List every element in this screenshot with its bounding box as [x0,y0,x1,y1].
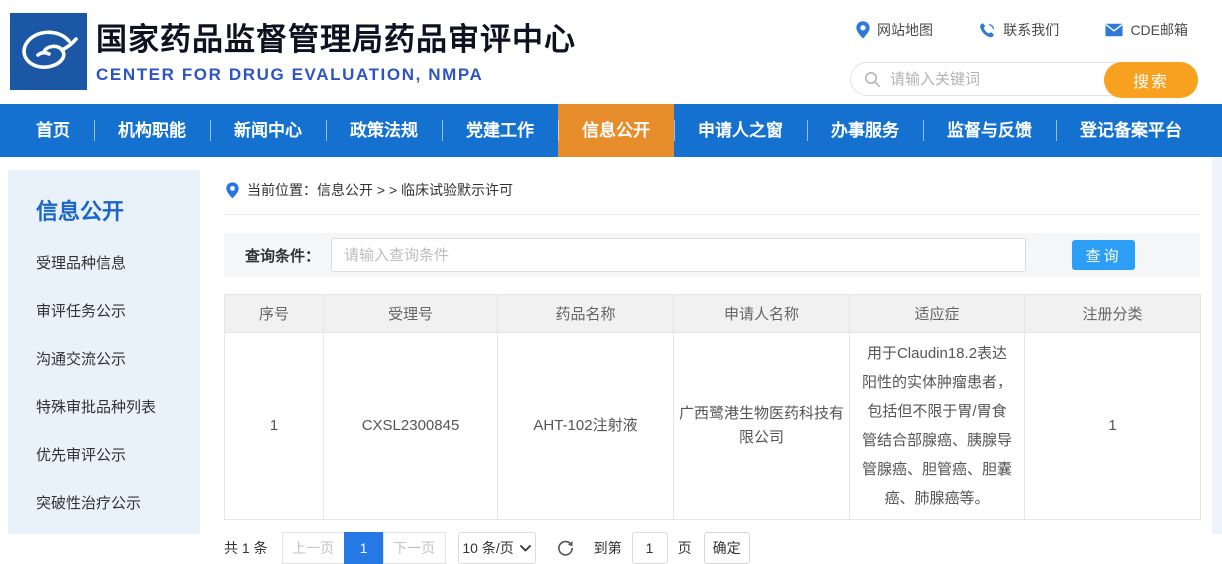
nav-item-label: 政策法规 [350,121,418,140]
site-title: 国家药品监督管理局药品审评中心 [96,14,576,59]
table-header-cell: 申请人名称 [674,295,850,333]
page-number-button[interactable]: 1 [344,532,384,564]
phone-icon [979,22,996,39]
page-size-label: 10 条/页 [462,538,513,558]
query-button[interactable]: 查询 [1072,240,1135,270]
goto-suffix: 页 [678,538,692,558]
nav-item-label: 新闻中心 [234,121,302,140]
main-nav: 首页 机构职能 新闻中心 政策法规 党建工作 信息公开 申请人之窗 办事服务 监督与反馈 登记备案… [0,104,1222,157]
sidebar-item-4[interactable]: 特殊审批品种列表 [8,384,200,432]
nav-item-label: 办事服务 [831,121,899,140]
sidebar-item-3[interactable]: 沟通交流公示 [8,336,200,384]
location-pin-icon [856,21,870,39]
mail-icon [1105,23,1123,37]
top-link-2[interactable]: 联系我们 [979,20,1059,40]
results-table: 序号受理号药品名称申请人名称适应症注册分类 1CXSL2300845AHT-10… [224,294,1201,520]
main-content: 当前位置：信息公开 > > 临床试验默示许可 查询条件： 查询 序号受理号药品名… [224,170,1200,564]
search-input[interactable] [890,71,1080,88]
nav-item-8[interactable]: 办事服务 [807,104,923,157]
table-header-cell: 受理号 [324,295,498,333]
table-cell: CXSL2300845 [324,333,498,520]
nav-item-label: 信息公开 [582,121,650,140]
table-cell: 1 [225,333,324,520]
page-right-strip [1212,157,1222,534]
breadcrumb-text: 当前位置：信息公开 > > 临床试验默示许可 [247,180,513,200]
search-icon [864,71,881,88]
nav-item-label: 登记备案平台 [1080,121,1182,140]
location-pin-icon [226,182,239,199]
query-label: 查询条件： [245,245,320,266]
nav-item-label: 申请人之窗 [698,121,783,140]
site-subtitle: CENTER FOR DRUG EVALUATION, NMPA [96,65,576,85]
table-cell: 1 [1025,333,1201,520]
table-cell: 广西鹭港生物医药科技有限公司 [674,333,850,520]
top-links: 网站地图 联系我们 CDE邮箱 [850,20,1200,40]
table-header-row: 序号受理号药品名称申请人名称适应症注册分类 [225,295,1201,333]
refresh-icon[interactable] [556,538,576,558]
header-right: 网站地图 联系我们 CDE邮箱 搜索 [850,20,1200,96]
nav-item-1[interactable]: 首页 [12,104,94,157]
sidebar-item-2[interactable]: 审评任务公示 [8,288,200,336]
query-bar: 查询条件： 查询 [224,233,1200,277]
table-cell: AHT-102注射液 [498,333,674,520]
confirm-button[interactable]: 确定 [704,532,750,564]
nav-item-9[interactable]: 监督与反馈 [923,104,1056,157]
pagination-total: 共 1 条 [224,538,268,558]
top-link-3[interactable]: CDE邮箱 [1105,20,1188,40]
sidebar-item-5[interactable]: 优先审评公示 [8,432,200,480]
top-link-label: 网站地图 [877,20,933,40]
table-row: 1CXSL2300845AHT-102注射液广西鹭港生物医药科技有限公司用于Cl… [225,333,1201,520]
top-link-label: CDE邮箱 [1130,20,1188,40]
sidebar-item-1[interactable]: 受理品种信息 [8,240,200,288]
sidebar-item-6[interactable]: 突破性治疗公示 [8,480,200,528]
site-search: 搜索 [850,62,1198,96]
search-button[interactable]: 搜索 [1104,62,1198,98]
table-header-cell: 序号 [225,295,324,333]
table-body: 1CXSL2300845AHT-102注射液广西鹭港生物医药科技有限公司用于Cl… [225,333,1201,520]
chevron-down-icon [520,545,531,552]
page-size-select[interactable]: 10 条/页 [458,532,536,564]
sidebar: 信息公开 受理品种信息审评任务公示沟通交流公示特殊审批品种列表优先审评公示突破性… [8,170,200,534]
cde-logo-icon [10,13,87,90]
query-input[interactable] [331,238,1026,272]
breadcrumb: 当前位置：信息公开 > > 临床试验默示许可 [224,170,1200,215]
nav-item-label: 监督与反馈 [947,121,1032,140]
nav-item-label: 首页 [36,121,70,140]
table-cell: 用于Claudin18.2表达阳性的实体肿瘤患者，包括但不限于胃/胃食管结合部腺… [850,333,1025,520]
main-nav-bar: 首页 机构职能 新闻中心 政策法规 党建工作 信息公开 申请人之窗 办事服务 监督与反馈 登记备案… [0,104,1222,157]
goto-page-input[interactable] [632,532,668,564]
top-link-1[interactable]: 网站地图 [856,20,933,40]
table-header-cell: 适应症 [850,295,1025,333]
nav-item-7[interactable]: 申请人之窗 [674,104,807,157]
pagination: 共 1 条 上一页 1 下一页 10 条/页 到第 页 确定 [224,532,1200,564]
next-page-button[interactable]: 下一页 [383,532,446,564]
table-header-cell: 注册分类 [1025,295,1201,333]
nav-item-4[interactable]: 政策法规 [326,104,442,157]
site-header: 国家药品监督管理局药品审评中心 CENTER FOR DRUG EVALUATI… [0,0,1222,104]
top-link-label: 联系我们 [1003,20,1059,40]
sidebar-title: 信息公开 [8,170,200,240]
nav-item-label: 党建工作 [466,121,534,140]
goto-label: 到第 [594,538,622,558]
nav-item-3[interactable]: 新闻中心 [210,104,326,157]
brand-block: 国家药品监督管理局药品审评中心 CENTER FOR DRUG EVALUATI… [96,14,576,85]
nav-item-label: 机构职能 [118,121,186,140]
sidebar-menu: 受理品种信息审评任务公示沟通交流公示特殊审批品种列表优先审评公示突破性治疗公示 [8,240,200,528]
nav-item-6[interactable]: 信息公开 [558,104,674,157]
nav-item-2[interactable]: 机构职能 [94,104,210,157]
nav-item-5[interactable]: 党建工作 [442,104,558,157]
table-header-cell: 药品名称 [498,295,674,333]
prev-page-button[interactable]: 上一页 [282,532,345,564]
nav-item-10[interactable]: 登记备案平台 [1056,104,1206,157]
